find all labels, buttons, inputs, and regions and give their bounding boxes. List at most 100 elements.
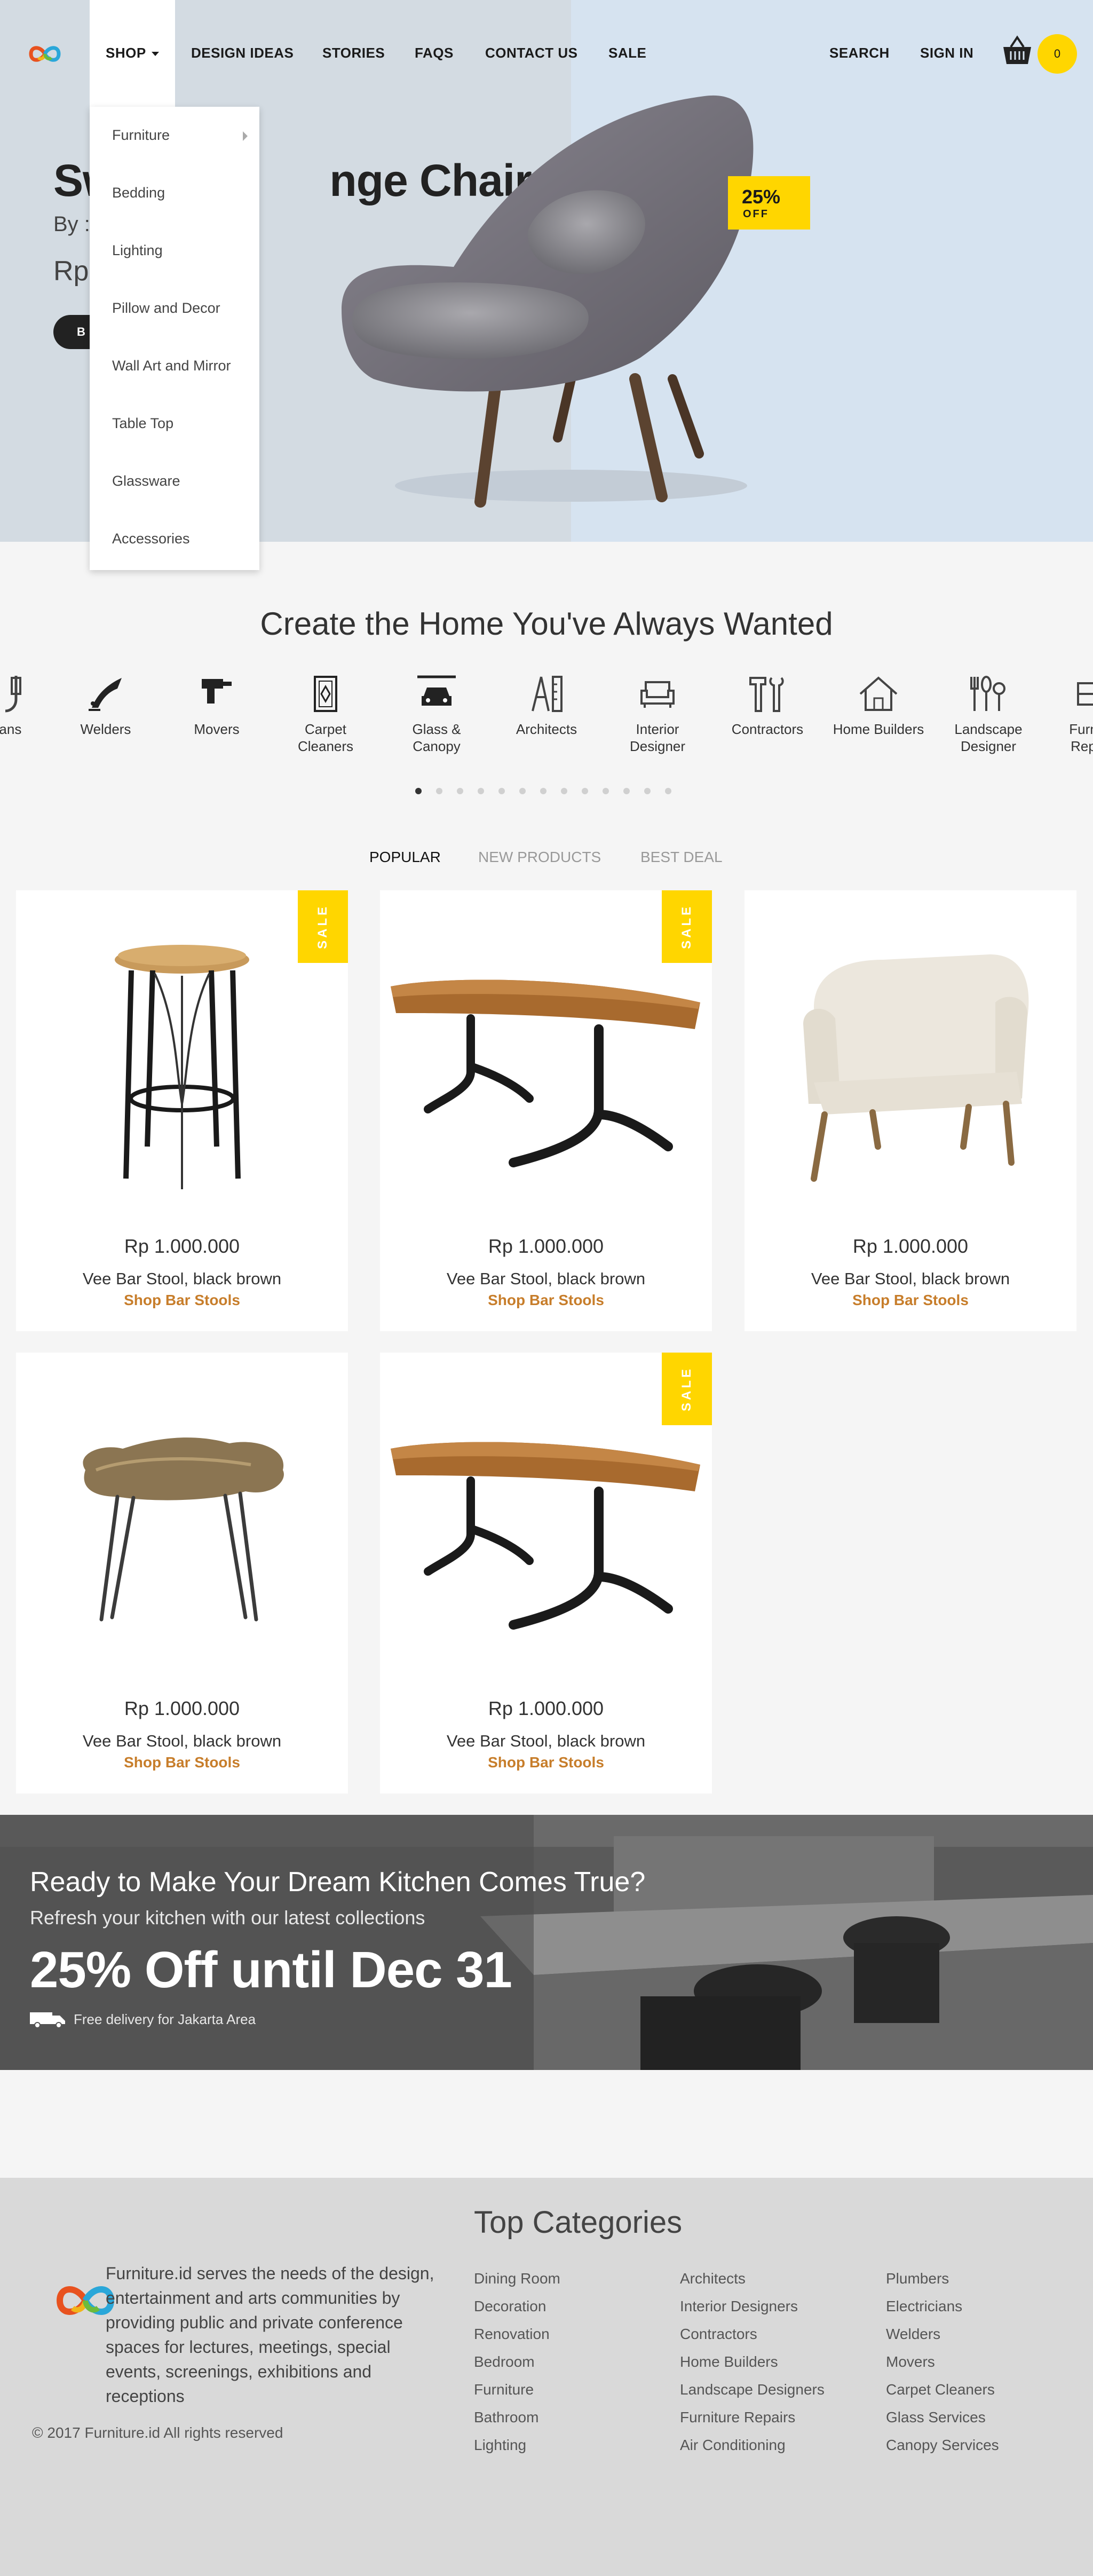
service-carpet-cleaners[interactable]: Carpet Cleaners [278,673,374,755]
footer-link[interactable]: Movers [886,2353,999,2381]
carpet-icon [314,676,337,712]
footer-link[interactable]: Bedroom [474,2353,560,2381]
service-landscape-designer[interactable]: Landscape Designer [940,673,1036,755]
compass-ruler-icon [532,676,563,712]
product-name[interactable]: Vee Bar Stool, black brown [380,1269,712,1289]
footer-link[interactable]: Carpet Cleaners [886,2381,999,2408]
lounge-chair-image [342,95,754,508]
footer-link[interactable]: Electricians [886,2297,999,2325]
shop-link[interactable]: Shop Bar Stools [16,1292,348,1309]
footer-link[interactable]: Air Conditioning [680,2436,825,2464]
service-welders[interactable]: Welders [58,673,154,738]
service-label: Furn Rep [1069,721,1093,754]
carousel-dot[interactable] [436,788,442,794]
shop-link[interactable]: Shop Bar Stools [380,1754,712,1771]
carousel-dot[interactable] [603,788,609,794]
footer-link[interactable]: Architects [680,2270,825,2297]
tab-best-deal[interactable]: BEST DEAL [640,849,723,866]
caret-down-icon [151,52,159,57]
product-card[interactable]: SALE Rp 1.000.000 Vee Bar Stool, black b… [380,1353,712,1793]
menu-item-furniture[interactable]: Furniture [112,127,170,144]
product-price: Rp 1.000.000 [124,1697,240,1719]
service-home-builders[interactable]: Home Builders [830,673,926,738]
footer-link[interactable]: Home Builders [680,2353,825,2381]
product-price: Rp 1.000.000 [124,1235,240,1257]
nav-faqs[interactable]: FAQS [415,45,454,61]
footer-link[interactable]: Contractors [680,2325,825,2353]
nav-contact-us[interactable]: CONTACT US [485,45,578,61]
footer-link[interactable]: Furniture [474,2381,560,2408]
carousel-dot[interactable] [623,788,630,794]
menu-item-table-top[interactable]: Table Top [112,415,173,432]
nav-sign-in[interactable]: SIGN IN [920,45,973,61]
service-contractors[interactable]: Contractors [719,673,815,738]
footer-link[interactable]: Canopy Services [886,2436,999,2464]
service-interior-designer[interactable]: Interior Designer [609,673,706,755]
menu-item-pillow-decor[interactable]: Pillow and Decor [112,300,220,317]
carousel-dot[interactable] [644,788,651,794]
service-architects[interactable]: Architects [498,673,595,738]
footer-link[interactable]: Landscape Designers [680,2381,825,2408]
footer-link[interactable]: Dining Room [474,2270,560,2297]
nav-shop[interactable]: SHOP [106,45,159,61]
services-title: Create the Home You've Always Wanted [260,606,833,642]
carousel-dot[interactable] [415,788,422,794]
shop-link[interactable]: Shop Bar Stools [16,1754,348,1771]
banner-heading: Ready to Make Your Dream Kitchen Comes T… [30,1867,646,1898]
footer-column-services: Plumbers Electricians Welders Movers Car… [886,2270,999,2464]
nav-sale[interactable]: SALE [608,45,646,61]
product-name[interactable]: Vee Bar Stool, black brown [16,1732,348,1751]
menu-item-bedding[interactable]: Bedding [112,185,165,201]
shop-link[interactable]: Shop Bar Stools [380,1292,712,1309]
tab-popular[interactable]: POPULAR [369,849,441,866]
sale-ribbon: SALE [298,890,348,963]
product-name[interactable]: Vee Bar Stool, black brown [16,1269,348,1289]
service-electricians[interactable]: cians [0,673,53,738]
footer-link[interactable]: Interior Designers [680,2297,825,2325]
footer-link[interactable]: Lighting [474,2436,560,2464]
product-card[interactable]: SALE Rp 1.000.000 Vee Bar Stool, black b… [380,890,712,1331]
footer-link[interactable]: Welders [886,2325,999,2353]
electrician-icon [5,676,21,713]
service-furniture-repairs[interactable]: Furn Rep [1035,673,1093,755]
carousel-dot[interactable] [665,788,671,794]
service-glass-canopy[interactable]: Glass & Canopy [389,673,485,755]
menu-item-lighting[interactable]: Lighting [112,242,163,259]
nav-search[interactable]: SEARCH [829,45,890,61]
banner-delivery-note: Free delivery for Jakarta Area [74,2011,256,2027]
carousel-dot[interactable] [540,788,546,794]
menu-item-wall-art[interactable]: Wall Art and Mirror [112,358,231,374]
carousel-dot[interactable] [457,788,463,794]
footer-link[interactable]: Decoration [474,2297,560,2325]
sale-ribbon: SALE [662,1353,712,1425]
furniture-logo-icon[interactable] [28,42,62,66]
service-label: Welders [80,721,131,737]
product-name[interactable]: Vee Bar Stool, black brown [744,1269,1076,1289]
footer-link[interactable]: Furniture Repairs [680,2408,825,2436]
footer-link[interactable]: Bathroom [474,2408,560,2436]
menu-item-glassware[interactable]: Glassware [112,473,180,489]
cart-count-badge[interactable]: 0 [1037,34,1077,74]
product-card[interactable]: SALE Rp 1.000.000 Vee Bar Stool, black b… [16,890,348,1331]
product-name[interactable]: Vee Bar Stool, black brown [380,1732,712,1751]
footer-link[interactable]: Renovation [474,2325,560,2353]
tab-new-products[interactable]: NEW PRODUCTS [478,849,601,866]
kitchen-promo-banner[interactable]: Ready to Make Your Dream Kitchen Comes T… [0,1815,1093,2070]
menu-item-accessories[interactable]: Accessories [112,531,190,547]
footer-link[interactable]: Plumbers [886,2270,999,2297]
nav-design-ideas[interactable]: DESIGN IDEAS [191,45,294,61]
carousel-dot[interactable] [561,788,567,794]
shop-link[interactable]: Shop Bar Stools [744,1292,1076,1309]
carousel-dot[interactable] [519,788,526,794]
sale-label: SALE [679,1366,694,1412]
furniture-repair-icon [1077,682,1093,706]
product-card[interactable]: Rp 1.000.000 Vee Bar Stool, black brown … [16,1353,348,1793]
footer-link[interactable]: Glass Services [886,2408,999,2436]
service-movers[interactable]: Movers [169,673,265,738]
product-card[interactable]: Rp 1.000.000 Vee Bar Stool, black brown … [744,890,1076,1331]
shopping-basket-icon[interactable] [1001,34,1033,67]
carousel-dot[interactable] [498,788,505,794]
carousel-dot[interactable] [478,788,484,794]
nav-stories[interactable]: STORIES [322,45,385,61]
carousel-dot[interactable] [582,788,588,794]
